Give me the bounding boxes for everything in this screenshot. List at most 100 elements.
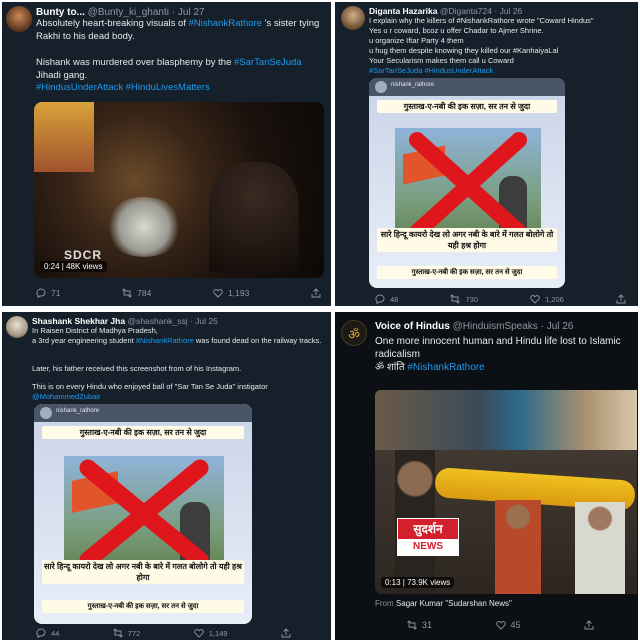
author-name[interactable]: Diganta Hazarika [369,6,438,16]
hindi-caption-bottom: गुस्ताख-ए-नबी की इक सज़ा, सर तन से जुदा [42,600,244,613]
retweet-icon [450,294,461,304]
source-link[interactable]: Sagar Kumar "Sudarshan News" [396,599,512,608]
om-logo-avatar[interactable]: ॐ [341,320,367,346]
heart-icon [530,295,540,304]
tweet-header: Voice of Hindus @HinduismSpeaks · Jul 26 [375,321,574,332]
red-cross-icon [79,459,209,569]
share-button[interactable] [281,628,291,638]
share-button[interactable] [616,294,626,304]
tweet-text-line: u hug them despite knowing they killed o… [369,46,559,55]
author-handle[interactable]: @shashank_ssj [127,316,187,326]
avatar [375,81,387,93]
tweet-actions: 71 784 1,193 [36,288,321,298]
tweet-text-line: In Raisen District of Madhya Pradesh, [32,326,158,335]
tweet-text: Absolutely heart-breaking visuals of #Ni… [36,18,320,42]
author-name[interactable]: Bunty to... [36,7,85,18]
tweet-text-line: I explain why the killers of #NishankRat… [369,16,594,25]
reply-button[interactable]: 71 [36,288,60,298]
avatar[interactable] [6,6,32,32]
person-figure [495,500,541,594]
like-button[interactable]: 1,206 [530,294,564,304]
heart-icon [495,621,506,630]
tweet-actions: 48 730 1,206 [375,294,626,304]
instagram-screenshot[interactable]: nishank_rathore गुस्ताख-ए-नबी की इक सज़ा… [369,78,565,288]
person-figure [209,162,299,272]
reply-icon [36,628,46,638]
tweet-diganta[interactable]: Diganta Hazarika @Diganta724 · Jul 26 I … [335,2,638,306]
reply-icon [36,288,46,298]
tweet-text-line: u organize Iftar Party 4 them [369,36,464,45]
retweet-icon [122,288,132,298]
like-button[interactable]: 45 [495,620,521,630]
tweet-bunty[interactable]: Bunty to... @Bunty_ki_ghanti · Jul 27 Ab… [2,2,331,306]
hashtag-link[interactable]: #NishankRathore [189,18,262,29]
tweet-text-line2: ॐ शांति #NishankRathore [375,362,485,373]
tweet-date[interactable]: Jul 26 [500,6,523,16]
retweet-button[interactable]: 31 [407,620,432,630]
tweet-text-line: a 3rd year engineering student #NishankR… [32,336,322,345]
video-source: From Sagar Kumar "Sudarshan News" [375,599,512,608]
hashtag-link[interactable]: #NishankRathore [136,336,194,345]
author-name[interactable]: Voice of Hindus [375,321,450,332]
hindi-caption-middle: सारे हिन्दू कायरो देख लो अगर नबी के बारे… [377,228,557,252]
sudarshan-news-logo: सुदर्शन NEWS [397,518,459,556]
tweet-date[interactable]: Jul 27 [178,7,205,18]
hindi-caption-middle: सारे हिन्दू कायरो देख लो अगर नबी के बारे… [42,560,244,584]
video-player[interactable]: सुदर्शन NEWS 0:13 | 73.9K views [375,390,637,594]
tweet-shashank[interactable]: Shashank Shekhar Jha @shashank_ssj · Jul… [2,312,331,640]
like-button[interactable]: 1,193 [213,288,249,298]
tweet-voice-of-hindus[interactable]: ॐ Voice of Hindus @HinduismSpeaks · Jul … [335,312,638,640]
avatar [40,407,52,419]
heart-icon [213,289,223,298]
instagram-screenshot[interactable]: nishank_rathore गुस्ताख-ए-नबी की इक सज़ा… [34,404,252,624]
tweet-text-line: This is on every Hindu who enjoyed ball … [32,382,268,391]
hashtag-link[interactable]: #SarTanSeJuda [234,57,302,68]
hashtag-links[interactable]: #HindusUnderAttack #HinduLivesMatters [36,82,325,95]
street-background [375,390,637,450]
retweet-icon [407,620,417,630]
author-handle[interactable]: @HinduismSpeaks [453,321,538,332]
share-icon [616,294,626,304]
share-icon [311,288,321,298]
video-duration: 0:24 | 48K views [40,261,107,272]
tweet-text-line2: Nishank was murdered over blasphemy by t… [36,57,302,81]
share-button[interactable] [311,288,321,298]
victim-photo [64,456,224,576]
reply-icon [375,294,385,304]
tweet-date[interactable]: Jul 26 [547,321,574,332]
retweet-button[interactable]: 784 [122,288,151,298]
author-handle[interactable]: @Bunty_ki_ghanti [88,7,169,18]
tweet-date[interactable]: Jul 25 [195,316,218,326]
instagram-username: nishank_rathore [391,82,435,88]
author-name[interactable]: Shashank Shekhar Jha [32,316,125,326]
hashtag-link[interactable]: #NishankRathore [407,362,484,373]
reply-button[interactable]: 48 [375,294,398,304]
share-button[interactable] [584,620,594,630]
author-handle[interactable]: @Diganta724 [440,6,492,16]
avatar[interactable] [6,316,28,338]
tweet-text-line: Later, his father received this screensh… [32,364,242,373]
tweet-text-line: Your Secularism makes them call u Coward [369,56,514,65]
share-icon [584,620,594,630]
retweet-button[interactable]: 772 [112,628,140,638]
hindi-caption-bottom: गुस्ताख-ए-नबी की इक सज़ा, सर तन से जुदा [377,266,557,279]
like-button[interactable]: 1,149 [194,628,228,638]
heart-icon [194,629,204,638]
instagram-username: nishank_rathore [56,408,100,414]
channel-watermark: SDCR [64,248,103,262]
video-player[interactable]: SDCR 0:24 | 48K views [34,102,324,278]
mention-link[interactable]: @MohammedZubair [32,392,325,402]
hindi-caption-top: गुस्ताख-ए-नबी की इक सज़ा, सर तन से जुदा [42,426,244,439]
reply-button[interactable]: 44 [36,628,59,638]
hashtag-links[interactable]: #SarTanSeJuda #HindusUnderAttack [369,66,632,76]
tweet-actions: 44 772 1,149 [36,628,291,638]
thali-plate [104,197,184,257]
avatar[interactable] [341,6,365,30]
person-figure [575,502,625,594]
person-figure [34,102,94,172]
tweet-text: One more innocent human and Hindu life l… [375,336,621,360]
video-duration: 0:13 | 73.9K views [381,577,455,588]
share-icon [281,628,291,638]
hindi-caption-top: गुस्ताख-ए-नबी की इक सज़ा, सर तन से जुदा [377,100,557,113]
retweet-button[interactable]: 730 [450,294,478,304]
